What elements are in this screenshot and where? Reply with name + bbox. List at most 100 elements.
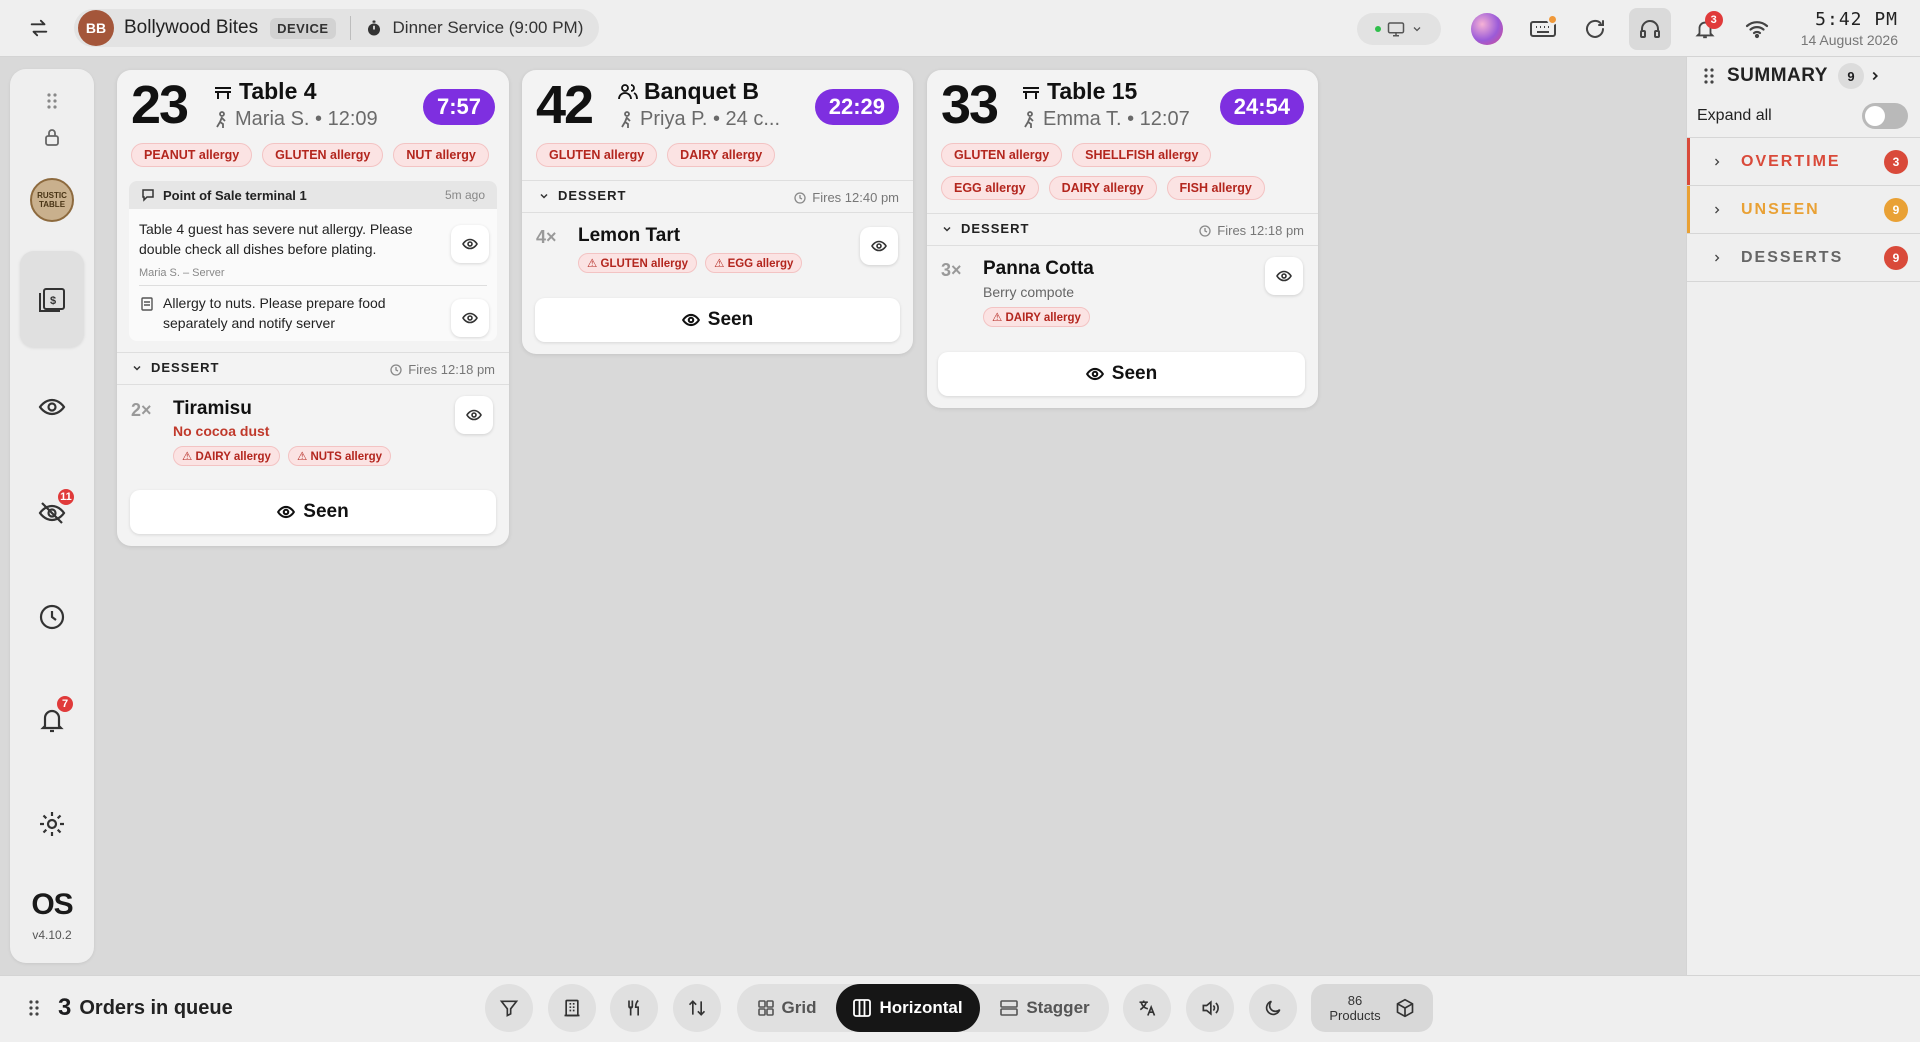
- mark-note-seen-button[interactable]: [451, 299, 489, 337]
- drag-handle-icon[interactable]: [28, 999, 40, 1017]
- item-allergy-chips: ⚠ DAIRY allergy ⚠ NUTS allergy: [173, 446, 392, 466]
- seen-button[interactable]: Seen: [535, 298, 900, 342]
- alerts-button[interactable]: 7: [10, 694, 94, 740]
- notifications-button[interactable]: 3: [1687, 10, 1723, 47]
- dark-mode-button[interactable]: [1249, 984, 1297, 1032]
- server-walking-icon: [213, 110, 229, 129]
- expand-all-toggle[interactable]: [1862, 103, 1908, 129]
- clock-icon: [38, 603, 66, 631]
- note-item: Table 4 guest has severe nut allergy. Pl…: [139, 219, 439, 283]
- item-quantity: 2×: [131, 400, 152, 420]
- orders-tickets-icon: $: [36, 285, 68, 313]
- view-grid-button[interactable]: Grid: [737, 984, 837, 1032]
- orders-nav-button[interactable]: $: [20, 251, 84, 347]
- order-card[interactable]: 23 Table 4 Maria S. • 12:09 7:57 PEANUT …: [117, 70, 509, 546]
- products-label: Products: [1329, 1008, 1381, 1023]
- order-card[interactable]: 33 Table 15 Emma T. • 12:07 24:54 GLUTEN…: [927, 70, 1318, 408]
- assistant-orb-icon[interactable]: [1470, 12, 1503, 45]
- course-section-header[interactable]: DESSERT: [538, 188, 626, 203]
- notes-time-ago: 5m ago: [444, 188, 485, 202]
- venue-selector[interactable]: BB Bollywood Bites DEVICE Dinner Service…: [74, 9, 600, 47]
- view-horizontal-button[interactable]: Horizontal: [836, 984, 980, 1032]
- allergy-chip: GLUTEN allergy: [536, 143, 658, 167]
- mark-item-seen-button[interactable]: [455, 396, 493, 434]
- chevron-down-icon: [941, 223, 953, 235]
- headset-icon: [1638, 17, 1662, 41]
- keyboard-button[interactable]: [1525, 11, 1561, 47]
- sort-button[interactable]: [673, 984, 721, 1032]
- unseen-view-button[interactable]: 11: [10, 487, 94, 533]
- order-title-text: Table 4: [239, 78, 317, 104]
- order-subtitle-text: Maria S. • 12:09: [235, 108, 378, 130]
- swap-arrows-icon[interactable]: [26, 15, 52, 41]
- chevron-right-icon: [1711, 251, 1723, 265]
- stopwatch-icon: [365, 19, 383, 37]
- item-modifier: No cocoa dust: [173, 423, 270, 439]
- settings-button[interactable]: [10, 804, 94, 844]
- seen-view-button[interactable]: [10, 387, 94, 427]
- gear-icon: [38, 810, 66, 838]
- allergy-chip: EGG allergy: [941, 176, 1039, 200]
- item-quantity: 3×: [941, 260, 962, 280]
- seen-button[interactable]: Seen: [130, 490, 496, 534]
- order-timer: 7:57: [422, 89, 495, 125]
- grid-icon: [757, 1000, 774, 1016]
- history-button[interactable]: [10, 597, 94, 637]
- seen-button[interactable]: Seen: [938, 352, 1305, 396]
- course-section-header[interactable]: DESSERT: [941, 221, 1029, 236]
- queue-label: Orders in queue: [79, 996, 233, 1019]
- mark-note-seen-button[interactable]: [451, 225, 489, 263]
- version-label: v4.10.2: [10, 927, 94, 943]
- headset-button[interactable]: [1628, 7, 1671, 50]
- allergy-chip: PEANUT allergy: [131, 143, 253, 167]
- mark-item-seen-button[interactable]: [1265, 257, 1303, 295]
- menu-items-button[interactable]: [610, 984, 658, 1032]
- products-button[interactable]: 86 Products: [1311, 984, 1433, 1032]
- svg-text:$: $: [50, 295, 56, 307]
- wifi-status: [1739, 11, 1775, 47]
- summary-row-overtime[interactable]: OVERTIME 3: [1687, 138, 1920, 186]
- keyboard-alert-dot: [1546, 13, 1558, 25]
- server-walking-icon: [1021, 110, 1037, 129]
- chevron-right-icon[interactable]: [1864, 65, 1886, 87]
- item-name: Tiramisu: [173, 398, 252, 419]
- order-title: Table 4: [213, 78, 317, 105]
- chevron-down-icon: [1411, 23, 1423, 35]
- course-section-header[interactable]: DESSERT: [131, 360, 219, 375]
- monitor-icon: [1387, 21, 1405, 37]
- eye-icon: [1276, 270, 1292, 282]
- summary-row-unseen[interactable]: UNSEEN 9: [1687, 186, 1920, 234]
- drag-handle-icon[interactable]: [1703, 67, 1715, 85]
- display-status-selector[interactable]: [1356, 12, 1441, 45]
- lock-icon[interactable]: [10, 125, 94, 149]
- allergy-chips: GLUTEN allergy DAIRY allergy: [536, 143, 776, 167]
- products-count-label: 86 Products: [1329, 993, 1380, 1023]
- translate-button[interactable]: [1123, 984, 1171, 1032]
- eye-icon: [1085, 367, 1104, 381]
- chevron-right-icon: [1711, 203, 1723, 217]
- order-subtitle-text: Emma T. • 12:07: [1043, 108, 1190, 130]
- summary-row-desserts[interactable]: DESSERTS 9: [1687, 234, 1920, 282]
- stations-button[interactable]: [548, 984, 596, 1032]
- refresh-icon: [1583, 17, 1607, 41]
- drag-handle-icon[interactable]: [10, 91, 94, 111]
- item-allergy-chips: ⚠ GLUTEN allergy ⚠ EGG allergy: [578, 253, 803, 273]
- item-allergy-chips: ⚠ DAIRY allergy: [983, 307, 1090, 327]
- sound-button[interactable]: [1186, 984, 1234, 1032]
- translate-icon: [1137, 998, 1157, 1018]
- allergy-chip: ⚠ NUTS allergy: [287, 446, 392, 466]
- refresh-button[interactable]: [1577, 11, 1613, 47]
- seen-label: Seen: [303, 501, 349, 522]
- eye-icon: [871, 240, 887, 252]
- building-icon: [562, 997, 582, 1019]
- service-label: Dinner Service (9:00 PM): [392, 18, 584, 37]
- summary-header: SUMMARY 9: [1687, 57, 1920, 95]
- view-stagger-button[interactable]: Stagger: [987, 984, 1103, 1032]
- order-timer: 24:54: [1219, 89, 1304, 125]
- clock: 5:42 PM 14 August 2026: [1801, 9, 1898, 48]
- order-card[interactable]: 42 Banquet B Priya P. • 24 c... 22:29 GL…: [522, 70, 913, 354]
- seen-label: Seen: [1111, 363, 1158, 384]
- logo-text: RUSTIC TABLE: [37, 191, 67, 209]
- filter-button[interactable]: [485, 984, 533, 1032]
- mark-item-seen-button[interactable]: [860, 227, 898, 265]
